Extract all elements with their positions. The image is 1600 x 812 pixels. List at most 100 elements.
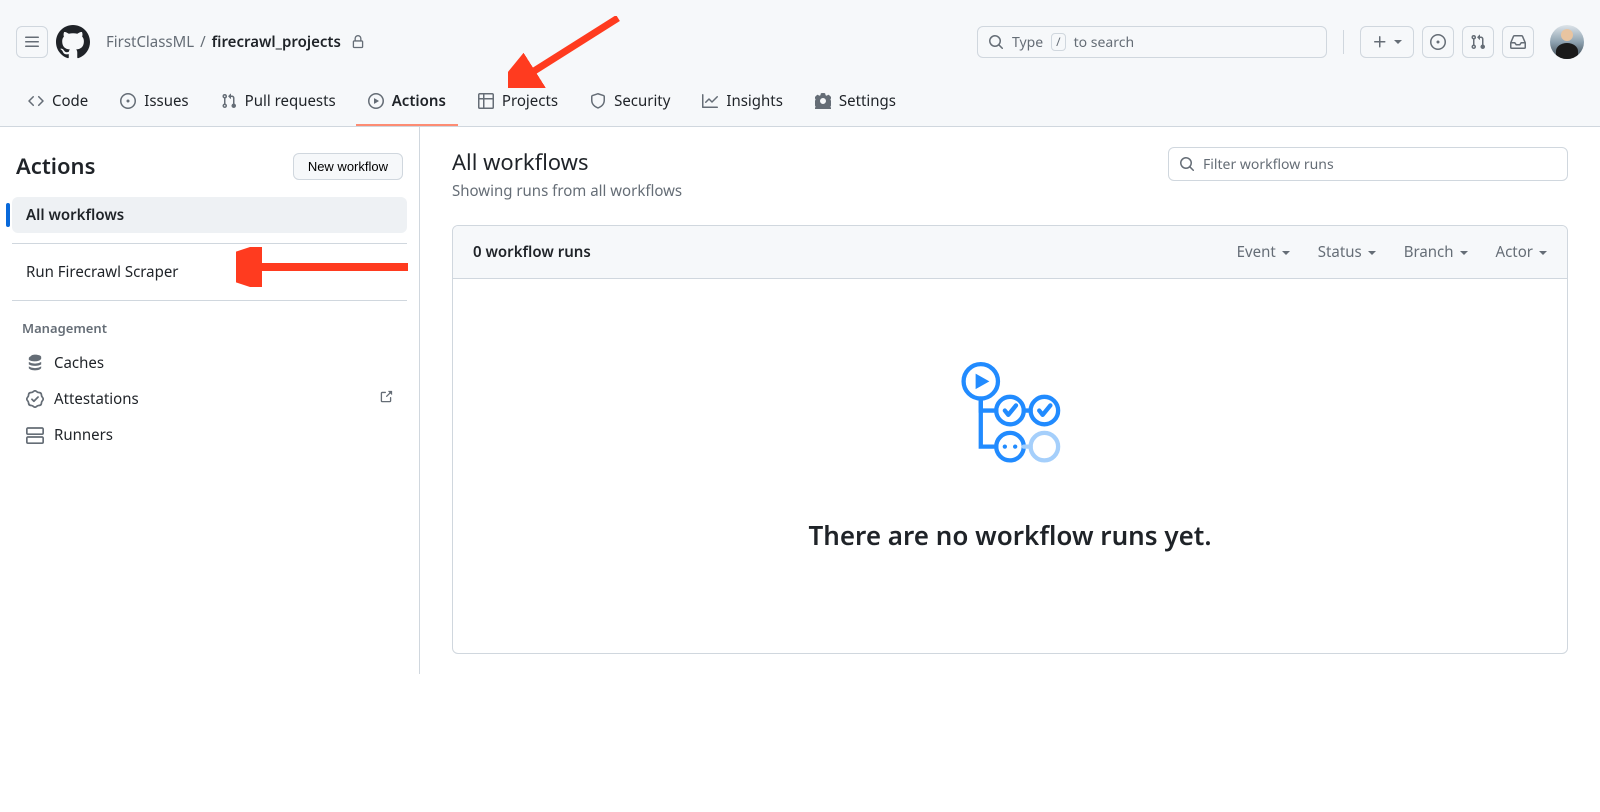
- filter-branch[interactable]: Branch: [1404, 242, 1468, 262]
- toprow: FirstClassML / firecrawl_projects Type /…: [16, 16, 1584, 68]
- breadcrumb-separator: /: [200, 32, 206, 52]
- caret-down-icon: [1539, 251, 1547, 255]
- filter-label: Branch: [1404, 242, 1454, 262]
- caret-down-icon: [1460, 251, 1468, 255]
- lock-icon: [351, 34, 367, 50]
- sidebar-item-runners[interactable]: Runners: [12, 417, 407, 453]
- search-key: /: [1051, 33, 1065, 51]
- search-prefix: Type: [1012, 33, 1043, 52]
- new-workflow-button[interactable]: New workflow: [293, 153, 403, 180]
- tab-security[interactable]: Security: [578, 78, 682, 126]
- issue-icon: [120, 93, 136, 109]
- github-logo[interactable]: [56, 25, 90, 59]
- filter-event[interactable]: Event: [1237, 242, 1290, 262]
- verified-icon: [26, 390, 44, 408]
- sidebar-item-workflow[interactable]: Run Firecrawl Scraper: [12, 254, 407, 290]
- tab-pulls-label: Pull requests: [245, 91, 336, 111]
- workflow-illustration-icon: [955, 359, 1065, 469]
- sidebar-header: Actions New workflow: [8, 143, 411, 197]
- tab-actions[interactable]: Actions: [356, 78, 458, 126]
- sidebar-title: Actions: [16, 151, 95, 181]
- topbar: FirstClassML / firecrawl_projects Type /…: [0, 0, 1600, 127]
- sidebar-item-label: Run Firecrawl Scraper: [26, 262, 178, 282]
- menu-button[interactable]: [16, 26, 48, 58]
- tab-insights[interactable]: Insights: [690, 78, 795, 126]
- page-subtitle: Showing runs from all workflows: [452, 181, 682, 201]
- code-icon: [28, 93, 44, 109]
- breadcrumb: FirstClassML / firecrawl_projects: [106, 32, 367, 52]
- sidebar-item-label: Attestations: [54, 389, 139, 409]
- tab-security-label: Security: [614, 91, 670, 111]
- empty-title: There are no workflow runs yet.: [808, 517, 1211, 553]
- issues-button[interactable]: [1422, 26, 1454, 58]
- main: All workflows Showing runs from all work…: [420, 127, 1600, 674]
- divider: [1343, 30, 1344, 54]
- filter-placeholder: Filter workflow runs: [1203, 155, 1334, 174]
- caret-down-icon: [1282, 251, 1290, 255]
- gear-icon: [815, 93, 831, 109]
- caret-down-icon: [1368, 251, 1376, 255]
- sidebar-item-caches[interactable]: Caches: [12, 345, 407, 381]
- sidebar-item-label: Runners: [54, 425, 113, 445]
- divider: [12, 243, 407, 244]
- hamburger-icon: [24, 34, 40, 50]
- sidebar-item-attestations[interactable]: Attestations: [12, 381, 407, 417]
- filter-runs-input[interactable]: Filter workflow runs: [1168, 147, 1568, 181]
- tab-projects[interactable]: Projects: [466, 78, 570, 126]
- layout: Actions New workflow All workflows Run F…: [0, 127, 1600, 674]
- filter-label: Actor: [1496, 242, 1533, 262]
- tab-settings-label: Settings: [839, 91, 896, 111]
- external-link-icon: [379, 389, 393, 409]
- create-new-button[interactable]: [1360, 26, 1414, 58]
- tab-issues-label: Issues: [144, 91, 188, 111]
- caret-down-icon: [1394, 40, 1402, 44]
- breadcrumb-owner[interactable]: FirstClassML: [106, 32, 194, 52]
- avatar[interactable]: [1550, 25, 1584, 59]
- git-pull-request-icon: [1470, 34, 1486, 50]
- inbox-icon: [1510, 34, 1526, 50]
- database-icon: [26, 354, 44, 372]
- sidebar-item-all-workflows[interactable]: All workflows: [12, 197, 407, 233]
- search-icon: [1179, 156, 1195, 172]
- sidebar-item-label: Caches: [54, 353, 104, 373]
- github-mark-icon: [56, 25, 90, 59]
- sidebar-group-management: Management: [8, 311, 411, 345]
- pulls-button[interactable]: [1462, 26, 1494, 58]
- page-title: All workflows: [452, 147, 682, 177]
- graph-icon: [702, 93, 718, 109]
- filter-label: Status: [1318, 242, 1362, 262]
- tab-projects-label: Projects: [502, 91, 558, 111]
- divider: [12, 300, 407, 301]
- empty-state: There are no workflow runs yet.: [453, 279, 1567, 653]
- shield-icon: [590, 93, 606, 109]
- filter-status[interactable]: Status: [1318, 242, 1376, 262]
- search-icon: [988, 34, 1004, 50]
- inbox-button[interactable]: [1502, 26, 1534, 58]
- tab-code-label: Code: [52, 91, 88, 111]
- filter-label: Event: [1237, 242, 1276, 262]
- runs-header: 0 workflow runs Event Status Branch Acto…: [453, 226, 1567, 279]
- runs-filters: Event Status Branch Actor: [1237, 242, 1547, 262]
- tab-actions-label: Actions: [392, 91, 446, 111]
- sidebar-item-label: All workflows: [26, 205, 124, 225]
- main-header: All workflows Showing runs from all work…: [452, 147, 1568, 201]
- tab-settings[interactable]: Settings: [803, 78, 908, 126]
- runs-count: 0 workflow runs: [473, 242, 591, 262]
- tab-issues[interactable]: Issues: [108, 78, 200, 126]
- tab-code[interactable]: Code: [16, 78, 100, 126]
- table-icon: [478, 93, 494, 109]
- sidebar: Actions New workflow All workflows Run F…: [0, 127, 420, 674]
- filter-actor[interactable]: Actor: [1496, 242, 1547, 262]
- tab-pulls[interactable]: Pull requests: [209, 78, 348, 126]
- runs-panel: 0 workflow runs Event Status Branch Acto…: [452, 225, 1568, 654]
- issue-dot-icon: [1430, 34, 1446, 50]
- plus-icon: [1372, 34, 1388, 50]
- search-suffix: to search: [1074, 33, 1135, 52]
- server-icon: [26, 426, 44, 444]
- pr-icon: [221, 93, 237, 109]
- breadcrumb-repo[interactable]: firecrawl_projects: [212, 32, 341, 52]
- tab-insights-label: Insights: [726, 91, 783, 111]
- repo-nav: Code Issues Pull requests Actions Projec…: [16, 78, 1584, 126]
- search-input[interactable]: Type / to search: [977, 26, 1327, 58]
- play-icon: [368, 93, 384, 109]
